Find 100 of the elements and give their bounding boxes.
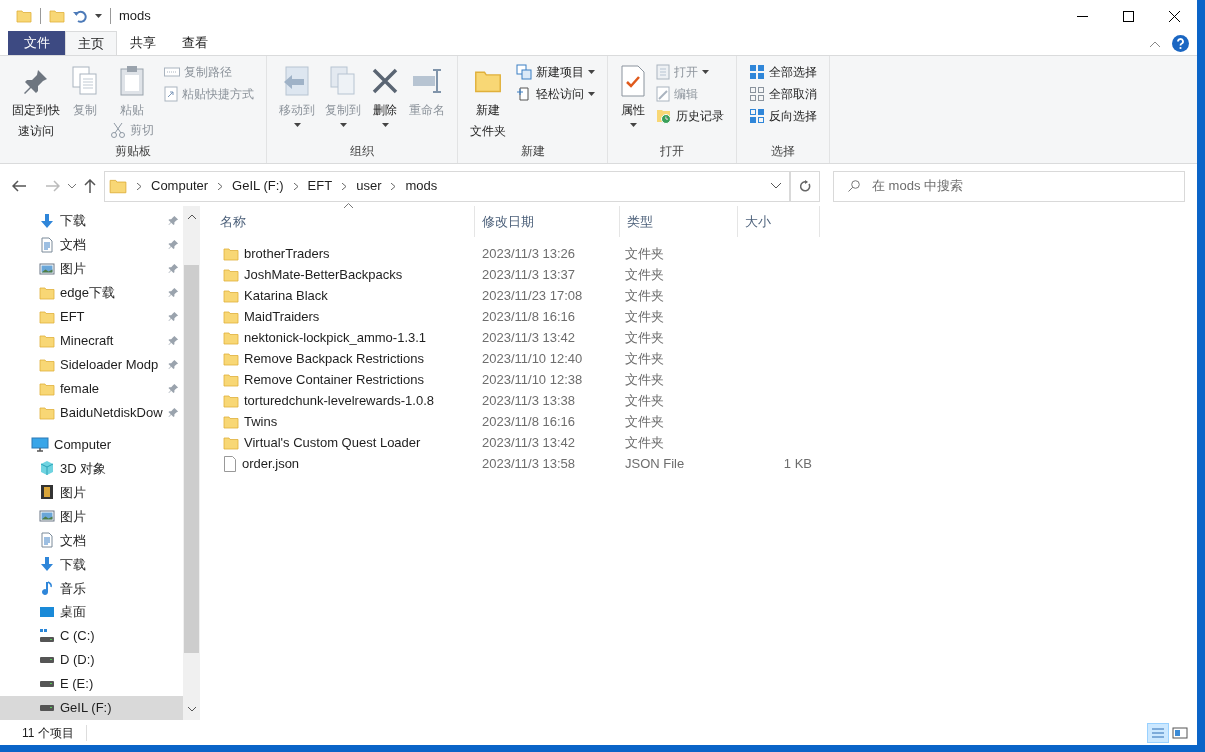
caret-icon: [588, 92, 595, 96]
scroll-up-icon[interactable]: [187, 214, 196, 219]
nav-item[interactable]: EFT: [0, 304, 183, 329]
scroll-down-icon[interactable]: [187, 707, 196, 712]
ribbon-button[interactable]: 全部取消: [745, 83, 821, 105]
column-header[interactable]: 大小: [738, 206, 820, 237]
folder-icon: [223, 245, 239, 262]
breadcrumb[interactable]: mods: [405, 176, 438, 196]
file-row[interactable]: Remove Container Restrictions 2023/11/10 12:38 文件夹: [213, 369, 1197, 390]
nav-item[interactable]: 图片: [0, 256, 183, 281]
scrollbar[interactable]: [183, 206, 200, 720]
file-row[interactable]: order.json 2023/11/3 13:58 JSON File 1 KB: [213, 453, 1197, 474]
column-header[interactable]: 名称: [213, 206, 475, 237]
nav-item[interactable]: Sideloader Modp: [0, 352, 183, 377]
folder-icon: [49, 8, 65, 24]
ribbon-button[interactable]: 固定到快 速访问: [8, 60, 64, 140]
file-row[interactable]: Virtual's Custom Quest Loader 2023/11/3 13:42 文件夹: [213, 432, 1197, 453]
folder-icon: [39, 356, 55, 373]
nav-item[interactable]: 下载: [0, 209, 183, 233]
nav-item[interactable]: 文档: [0, 528, 183, 553]
file-row[interactable]: Twins 2023/11/8 16:16 文件夹: [213, 411, 1197, 432]
ribbon-tab[interactable]: 共享: [117, 31, 169, 55]
music-note-icon: [39, 580, 55, 597]
close-icon: [371, 67, 399, 95]
nav-item[interactable]: 文档: [0, 232, 183, 257]
nav-item[interactable]: edge下载: [0, 280, 183, 305]
caret-icon: [95, 14, 102, 18]
nav-item[interactable]: BaiduNetdiskDow: [0, 400, 183, 425]
down-arrow-icon: [39, 556, 55, 573]
file-row[interactable]: Katarina Black 2023/11/23 17:08 文件夹: [213, 285, 1197, 306]
breadcrumb[interactable]: user: [356, 176, 382, 196]
nav-item[interactable]: 3D 对象: [0, 456, 183, 481]
refresh-button[interactable]: [790, 170, 820, 202]
chevron-right-icon: [293, 182, 298, 190]
select-all-icon: [749, 64, 765, 80]
nav-item[interactable]: E (E:): [0, 672, 183, 697]
nav-item[interactable]: 音乐: [0, 576, 183, 601]
nav-item[interactable]: C (C:): [0, 624, 183, 649]
file-row[interactable]: torturedchunk-levelrewards-1.0.8 2023/11/3 13:38 文件夹: [213, 390, 1197, 411]
ribbon-button[interactable]: 全部选择: [745, 61, 821, 83]
up-arrow-icon[interactable]: [84, 179, 96, 193]
folder-icon: [223, 308, 239, 325]
maximize-icon: [1122, 10, 1134, 22]
type-cell-text: 文件夹: [624, 244, 665, 263]
breadcrumb[interactable]: Computer: [151, 176, 209, 196]
move-icon: [282, 65, 312, 97]
folder-icon: [223, 413, 239, 430]
nav-item[interactable]: 桌面: [0, 600, 183, 625]
column-header[interactable]: 类型: [620, 206, 738, 237]
ribbon-button[interactable]: 反向选择: [745, 105, 821, 127]
pin-icon: [168, 263, 179, 275]
file-row[interactable]: MaidTraiders 2023/11/8 16:16 文件夹: [213, 306, 1197, 327]
file-tab[interactable]: 文件: [8, 31, 65, 55]
nav-item[interactable]: 图片: [0, 504, 183, 529]
breadcrumb[interactable]: EFT: [307, 176, 333, 196]
nav-item[interactable]: Computer: [0, 432, 183, 457]
date-cell-text: 2023/11/3 13:58: [481, 454, 576, 473]
folder-icon: [39, 284, 55, 301]
file-name: Remove Container Restrictions: [244, 370, 424, 389]
nav-item[interactable]: 图片: [0, 480, 183, 505]
pin-icon: [168, 239, 179, 251]
ribbon-tab[interactable]: 查看: [169, 31, 221, 55]
date-cell-text: 2023/11/8 16:16: [481, 412, 576, 431]
ribbon-button[interactable]: 删除: [367, 60, 403, 127]
file-row[interactable]: Remove Backpack Restrictions 2023/11/10 12:40 文件夹: [213, 348, 1197, 369]
file-row[interactable]: nektonick-lockpick_ammo-1.3.1 2023/11/3 13:42 文件夹: [213, 327, 1197, 348]
collapse-ribbon-icon[interactable]: [1150, 40, 1160, 47]
caret-icon: [702, 70, 709, 74]
nav-item[interactable]: 下载: [0, 552, 183, 577]
folder-icon: [109, 177, 127, 195]
open-icon: [656, 64, 670, 80]
nav-item[interactable]: Minecraft: [0, 328, 183, 353]
ribbon-button[interactable]: 新建 文件夹: [466, 60, 510, 140]
ribbon-tab[interactable]: 主页: [65, 31, 117, 55]
ribbon-button[interactable]: 新建项目: [512, 61, 599, 83]
file-row[interactable]: brotherTraders 2023/11/3 13:26 文件夹: [213, 243, 1197, 264]
group-label: 组织: [350, 143, 374, 160]
help-icon[interactable]: [1172, 35, 1189, 52]
column-header[interactable]: 修改日期: [475, 206, 620, 237]
undo-icon[interactable]: [73, 9, 87, 23]
group-label: 剪贴板: [115, 143, 151, 160]
chevron-down-icon[interactable]: [68, 183, 76, 189]
size-cell-text: 1 KB: [782, 454, 812, 473]
back-arrow-icon[interactable]: [12, 180, 26, 192]
drive-icon: [39, 657, 55, 664]
ribbon-button[interactable]: 历史记录: [652, 105, 728, 127]
nav-item[interactable]: GeIL (F:): [0, 696, 183, 720]
breadcrumb[interactable]: GeIL (F:): [232, 176, 284, 196]
cube-icon: [39, 460, 55, 477]
nav-item[interactable]: D (D:): [0, 648, 183, 673]
picture-icon: [39, 508, 55, 525]
nav-item[interactable]: female: [0, 376, 183, 401]
folder-icon: [39, 380, 55, 397]
chevron-down-icon[interactable]: [771, 183, 781, 189]
search-field[interactable]: 在 mods 中搜索: [833, 170, 1185, 202]
file-row[interactable]: JoshMate-BetterBackpacks 2023/11/3 13:37 文件夹: [213, 264, 1197, 285]
ribbon-button[interactable]: 轻松访问: [512, 83, 599, 105]
address-bar[interactable]: Computer GeIL (F:) EFT user mods: [104, 170, 790, 202]
ribbon-button[interactable]: 属性: [616, 60, 650, 127]
details-view-icon[interactable]: [1147, 722, 1169, 743]
